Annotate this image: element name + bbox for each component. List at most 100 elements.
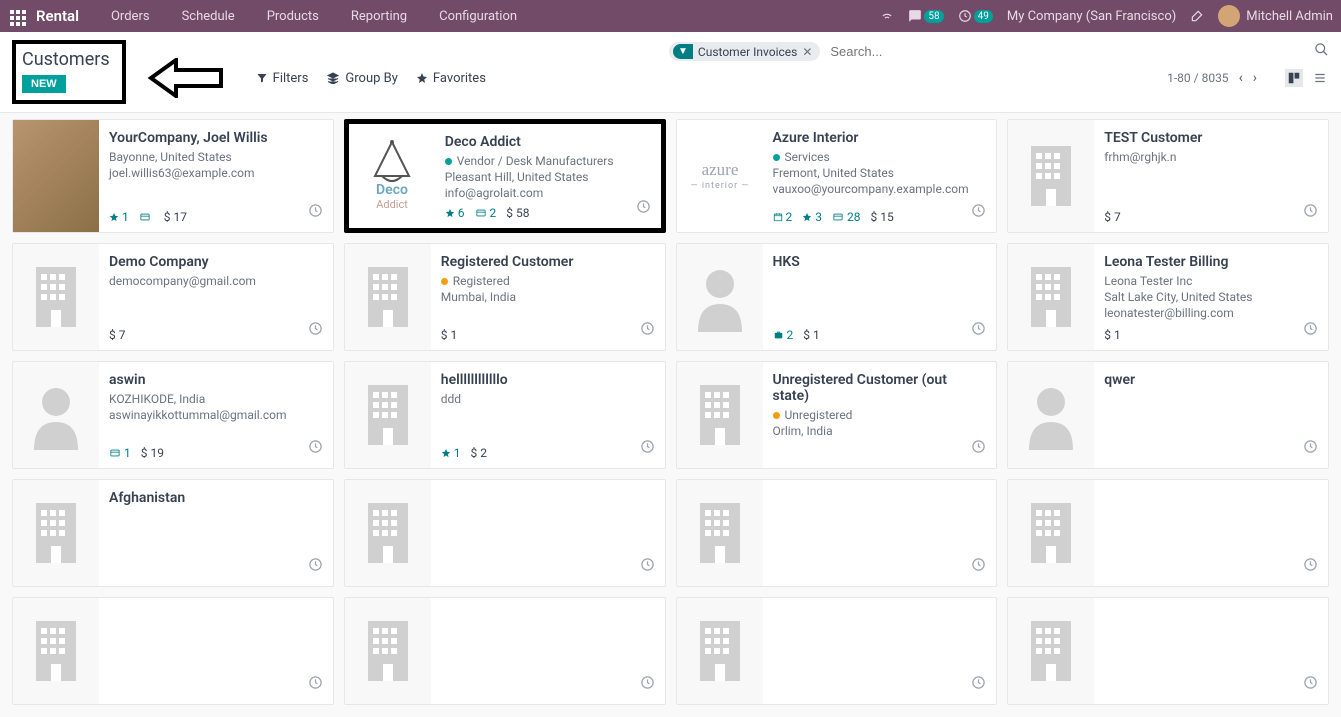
activity-clock-icon[interactable] bbox=[308, 321, 323, 340]
activity-clock-icon[interactable] bbox=[640, 557, 655, 576]
activity-clock-icon[interactable] bbox=[971, 557, 986, 576]
customer-card[interactable]: aswinKOZHIKODE, Indiaaswinayikkottummal@… bbox=[12, 361, 334, 469]
activity-clock-icon[interactable] bbox=[308, 203, 323, 222]
card-title: aswin bbox=[109, 372, 323, 388]
customer-card[interactable]: Unregistered Customer (out state) Unregis… bbox=[676, 361, 998, 469]
pager-prev[interactable]: ‹ bbox=[1239, 70, 1243, 86]
activity-clock-icon[interactable] bbox=[971, 439, 986, 458]
customer-card[interactable]: Afghanistan bbox=[12, 479, 334, 587]
card-title: Deco Addict bbox=[445, 134, 651, 150]
card-footer: $ 7 bbox=[1104, 204, 1318, 224]
customer-card[interactable] bbox=[12, 597, 334, 705]
card-line: democompany@gmail.com bbox=[109, 274, 323, 288]
building-icon bbox=[1008, 598, 1094, 704]
tag-text: Unregistered bbox=[785, 408, 853, 422]
activity-clock-icon[interactable] bbox=[640, 321, 655, 340]
menu-schedule[interactable]: Schedule bbox=[168, 9, 249, 24]
customer-card[interactable]: azure— interior —Azure InteriorServicesF… bbox=[676, 119, 998, 233]
customer-card[interactable] bbox=[1007, 479, 1329, 587]
customer-card[interactable]: TEST Customerfrhm@rghjk.n$ 7 bbox=[1007, 119, 1329, 233]
customer-card[interactable]: Demo Companydemocompany@gmail.com$ 7 bbox=[12, 243, 334, 351]
new-button[interactable]: NEW bbox=[22, 75, 66, 93]
control-bar: Customers NEW ▼ Customer Invoices ✕ Filt… bbox=[0, 32, 1341, 113]
card-footer: 62$ 58 bbox=[445, 200, 651, 220]
filters-button[interactable]: Filters bbox=[256, 71, 309, 86]
activity-clock-icon[interactable] bbox=[1303, 439, 1318, 458]
customer-card[interactable]: Registered CustomerRegisteredMumbai, Ind… bbox=[344, 243, 666, 351]
customer-card[interactable]: helllllllllllloddd1$ 2 bbox=[344, 361, 666, 469]
card-title: qwer bbox=[1104, 372, 1318, 388]
building-icon bbox=[677, 598, 763, 704]
search-facet[interactable]: ▼ Customer Invoices ✕ bbox=[669, 42, 820, 61]
card-line: frhm@rghjk.n bbox=[1104, 150, 1318, 164]
user-menu[interactable]: Mitchell Admin bbox=[1218, 5, 1333, 27]
customer-card[interactable]: Leona Tester BillingLeona Tester IncSalt… bbox=[1007, 243, 1329, 351]
stat-card: 28 bbox=[832, 210, 861, 224]
activity-clock-icon[interactable] bbox=[1303, 203, 1318, 222]
activity-clock-icon[interactable] bbox=[971, 675, 986, 694]
activity-clock-icon[interactable] bbox=[308, 675, 323, 694]
activity-clock-icon[interactable] bbox=[1303, 675, 1318, 694]
layers-icon bbox=[326, 72, 340, 84]
card-title: Unregistered Customer (out state) bbox=[773, 372, 987, 404]
menu-products[interactable]: Products bbox=[253, 9, 333, 24]
building-icon bbox=[677, 362, 763, 468]
stat-cal: 2 bbox=[773, 210, 793, 224]
customer-card[interactable] bbox=[1007, 597, 1329, 705]
customer-card[interactable] bbox=[676, 597, 998, 705]
customer-card[interactable]: HKS2$ 1 bbox=[676, 243, 998, 351]
card-footer: $ 7 bbox=[109, 322, 323, 342]
chat-icon[interactable]: 58 bbox=[908, 9, 943, 23]
company-switcher[interactable]: My Company (San Francisco) bbox=[1007, 9, 1176, 24]
funnel-icon bbox=[256, 72, 268, 84]
customer-card[interactable] bbox=[344, 597, 666, 705]
tag-dot bbox=[773, 154, 780, 161]
stat-money: $ 58 bbox=[506, 206, 529, 220]
wifi-icon[interactable] bbox=[880, 9, 894, 23]
card-line: leonatester@billing.com bbox=[1104, 306, 1318, 320]
menu-configuration[interactable]: Configuration bbox=[425, 9, 531, 24]
facet-remove[interactable]: ✕ bbox=[802, 45, 812, 59]
building-icon bbox=[677, 480, 763, 586]
menu-orders[interactable]: Orders bbox=[97, 9, 164, 24]
customer-card[interactable]: qwer bbox=[1007, 361, 1329, 469]
card-footer: $ 1 bbox=[1104, 322, 1318, 342]
activity-clock-icon[interactable] bbox=[640, 439, 655, 458]
app-brand[interactable]: Rental bbox=[36, 7, 79, 25]
search-input[interactable] bbox=[826, 40, 1308, 63]
activity-clock-icon[interactable] bbox=[971, 203, 986, 222]
card-line: info@agrolait.com bbox=[445, 186, 651, 200]
person-icon bbox=[677, 244, 763, 350]
building-icon bbox=[1008, 120, 1094, 232]
card-line: aswinayikkottummal@gmail.com bbox=[109, 408, 323, 422]
stat-money: $ 1 bbox=[1104, 328, 1120, 342]
activity-clock-icon[interactable] bbox=[308, 439, 323, 458]
tag-dot bbox=[445, 158, 452, 165]
card-title: hellllllllllllo bbox=[441, 372, 655, 388]
customer-card[interactable]: DecoAddictDeco AddictVendor / Desk Manuf… bbox=[344, 119, 666, 233]
menu-reporting[interactable]: Reporting bbox=[337, 9, 421, 24]
apps-icon[interactable] bbox=[8, 8, 24, 24]
clock-icon[interactable]: 49 bbox=[958, 9, 993, 23]
customer-card[interactable]: YourCompany, Joel WillisBayonne, United … bbox=[12, 119, 334, 233]
activity-clock-icon[interactable] bbox=[308, 557, 323, 576]
view-list[interactable] bbox=[1311, 69, 1329, 87]
search-icon[interactable] bbox=[1314, 42, 1329, 61]
activity-clock-icon[interactable] bbox=[640, 675, 655, 694]
favorites-button[interactable]: Favorites bbox=[416, 71, 486, 86]
activity-clock-icon[interactable] bbox=[971, 321, 986, 340]
view-kanban[interactable] bbox=[1285, 69, 1303, 87]
card-footer: $ 1 bbox=[441, 322, 655, 342]
pager-next[interactable]: › bbox=[1253, 70, 1257, 86]
tools-icon[interactable] bbox=[1190, 9, 1204, 23]
avatar-icon bbox=[1218, 5, 1240, 27]
groupby-button[interactable]: Group By bbox=[326, 71, 398, 86]
activity-clock-icon[interactable] bbox=[636, 199, 651, 218]
activity-clock-icon[interactable] bbox=[1303, 321, 1318, 340]
activity-clock-icon[interactable] bbox=[1303, 557, 1318, 576]
customer-card[interactable] bbox=[676, 479, 998, 587]
card-title: Afghanistan bbox=[109, 490, 323, 506]
card-line: vauxoo@yourcompany.example.com bbox=[773, 182, 987, 196]
card-footer: 2328$ 15 bbox=[773, 204, 987, 224]
customer-card[interactable] bbox=[344, 479, 666, 587]
